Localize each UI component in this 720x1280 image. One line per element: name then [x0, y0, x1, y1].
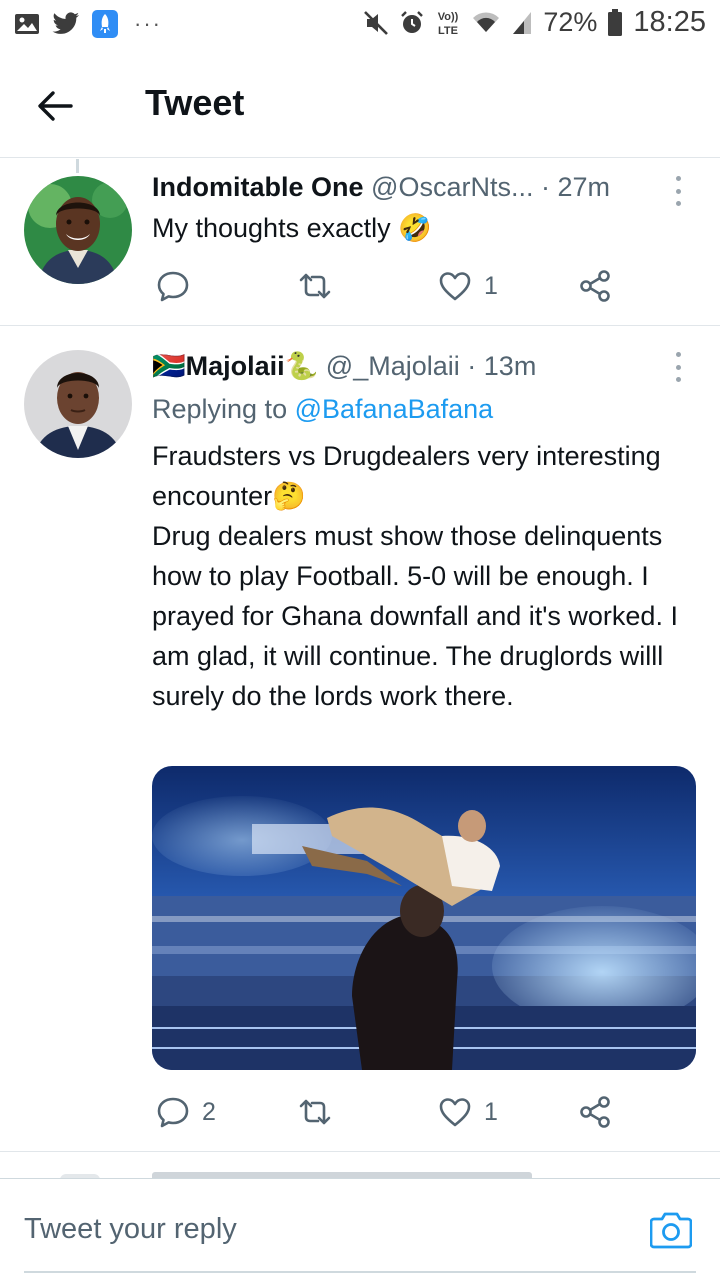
- next-tweet-peek: [0, 1152, 720, 1178]
- avatar-image: [24, 176, 132, 284]
- tweet-media-image[interactable]: [152, 766, 696, 1070]
- volte-icon: Vo)) LTE: [438, 11, 459, 37]
- retweet-button[interactable]: [298, 266, 332, 306]
- replying-to: Replying to @BafanaBafana: [152, 394, 493, 425]
- camera-button[interactable]: [649, 1209, 693, 1249]
- battery-icon: [608, 8, 623, 36]
- tweet-header: 🇿🇦Majolaii🐍 @_Majolaii · 13m: [152, 350, 536, 382]
- reply-icon: [157, 1097, 189, 1128]
- status-bar: ··· Vo)) LTE 72% 18:25: [0, 0, 720, 52]
- display-name[interactable]: 🇿🇦Majolaii🐍: [152, 351, 318, 381]
- tweet-time: 27m: [557, 172, 611, 202]
- tweet-more-button[interactable]: [672, 352, 684, 382]
- replying-to-prefix: Replying to: [152, 394, 288, 424]
- wifi-icon: [473, 11, 500, 32]
- page-title: Tweet: [145, 82, 245, 123]
- mute-icon: [364, 10, 389, 35]
- user-handle[interactable]: @_Majolaii: [326, 351, 460, 381]
- tweet-more-button[interactable]: [672, 176, 684, 206]
- retweet-icon: [299, 273, 331, 299]
- avatar[interactable]: [24, 176, 132, 284]
- share-button[interactable]: [578, 1092, 612, 1132]
- battery-percent: 72%: [543, 7, 598, 37]
- tweet-actions: 1: [152, 266, 622, 306]
- share-button[interactable]: [578, 266, 612, 306]
- reply-button[interactable]: [156, 266, 190, 306]
- reply-input[interactable]: Tweet your reply: [24, 1213, 237, 1246]
- signal-icon: [513, 11, 532, 34]
- svg-text:Vo)): Vo)): [438, 11, 459, 23]
- tweet-time: 13m: [483, 351, 537, 381]
- camera-icon: [649, 1212, 693, 1249]
- heart-icon: [439, 1098, 471, 1127]
- replying-to-mention[interactable]: @BafanaBafana: [295, 394, 494, 424]
- tweet-actions: 2 1: [152, 1092, 622, 1132]
- meta-separator: ·: [467, 351, 477, 381]
- status-bar-system: Vo)) LTE 72% 18:25: [363, 6, 706, 39]
- arrow-left-icon: [38, 91, 73, 121]
- tweet-text: My thoughts exactly 🤣: [152, 213, 432, 243]
- avatar-image: [24, 350, 132, 458]
- alarm-icon: [401, 10, 424, 33]
- tweet-header: Indomitable One @OscarNts... · 27m: [152, 172, 610, 203]
- like-button[interactable]: 1: [438, 266, 498, 306]
- retweet-button[interactable]: [298, 1092, 332, 1132]
- gallery-icon: [15, 14, 39, 34]
- status-bar-notifications: ···: [14, 10, 162, 38]
- top-app-bar: Tweet: [0, 52, 720, 158]
- like-count: 1: [484, 271, 498, 300]
- wrestling-photo: [152, 766, 696, 1070]
- more-notifications-indicator: ···: [134, 11, 162, 36]
- rocket-app-icon: [92, 10, 118, 38]
- share-icon: [580, 1096, 610, 1128]
- reply-composer: Tweet your reply: [0, 1178, 720, 1280]
- heart-icon: [439, 272, 471, 301]
- tweet-text: Fraudsters vs Drugdealers very interesti…: [152, 441, 678, 711]
- tweet[interactable]: Indomitable One @OscarNts... · 27m My th…: [0, 160, 720, 326]
- avatar[interactable]: [24, 350, 132, 458]
- user-handle[interactable]: @OscarNts...: [371, 172, 533, 202]
- reply-icon: [157, 271, 189, 302]
- reply-count: 2: [202, 1097, 216, 1126]
- display-name[interactable]: Indomitable One: [152, 172, 364, 202]
- reply-button[interactable]: 2: [156, 1092, 216, 1132]
- like-button[interactable]: 1: [438, 1092, 498, 1132]
- twitter-bird-icon: [52, 12, 79, 34]
- retweet-icon: [299, 1099, 331, 1125]
- like-count: 1: [484, 1097, 498, 1126]
- reply-input-underline: [24, 1271, 696, 1273]
- back-button[interactable]: [30, 84, 80, 128]
- clock: 18:25: [633, 6, 706, 38]
- meta-separator: ·: [540, 172, 550, 202]
- svg-text:LTE: LTE: [438, 25, 458, 37]
- tweet[interactable]: 🇿🇦Majolaii🐍 @_Majolaii · 13m Replying to…: [0, 326, 720, 1152]
- share-icon: [580, 270, 610, 302]
